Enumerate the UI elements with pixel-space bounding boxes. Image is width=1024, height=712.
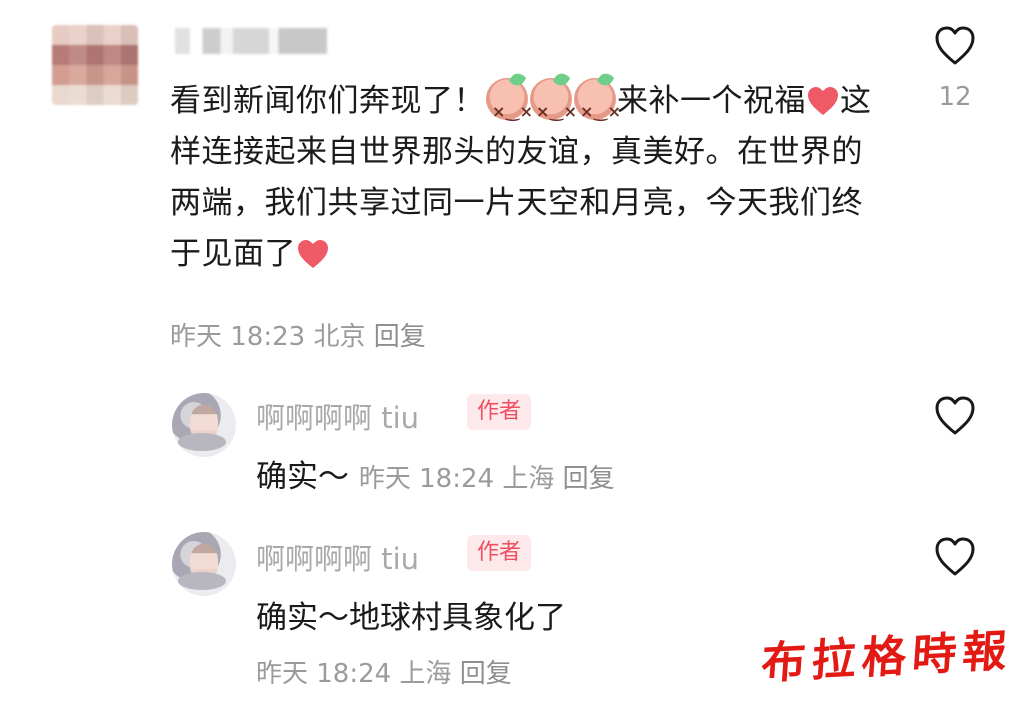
reply-avatar[interactable] xyxy=(172,393,236,457)
reply-time: 昨天 18:24 xyxy=(358,464,495,494)
reply-button[interactable]: 回复 xyxy=(563,464,615,494)
laughing-character-sticker-icon xyxy=(530,78,578,137)
author-badge: 作者 xyxy=(467,394,532,430)
laughing-character-sticker-icon xyxy=(486,78,534,137)
reply-button[interactable]: 回复 xyxy=(374,322,426,352)
newspaper-watermark: 布拉格時報 xyxy=(759,625,1015,690)
reply-username[interactable]: 啊啊啊啊 tiu xyxy=(256,395,419,437)
heart-outline-icon[interactable] xyxy=(933,535,977,579)
comment-location: 北京 xyxy=(313,322,366,352)
reply-meta: 昨天 18:24 上海 回复 xyxy=(359,464,615,494)
reply-text: 确实～地球村具象化了 xyxy=(256,600,566,636)
reply-meta: 昨天 18:24 上海 回复 xyxy=(256,653,512,690)
reply-body: 确实～ xyxy=(256,459,349,495)
comment-meta: 昨天 18:23 北京 回复 xyxy=(170,316,426,353)
red-heart-icon xyxy=(298,240,328,268)
heart-outline-icon[interactable] xyxy=(933,24,977,68)
red-heart-icon xyxy=(808,87,838,115)
reply-username[interactable]: 啊啊啊啊 tiu xyxy=(256,536,419,578)
comment-text-part-1: 看到新闻你们奔现了！ xyxy=(170,83,485,119)
like-count: 12 xyxy=(938,82,972,112)
reply-location: 上海 xyxy=(502,464,555,494)
author-badge: 作者 xyxy=(467,535,532,571)
comment-time: 昨天 18:23 xyxy=(170,322,306,352)
comment-text-part-2: 来补一个祝福 xyxy=(617,83,806,119)
reply-avatar[interactable] xyxy=(172,532,236,596)
reply-text: 确实～ 昨天 18:24 上海 回复 xyxy=(256,451,615,496)
blurred-username[interactable] xyxy=(175,28,327,54)
reply-button[interactable]: 回复 xyxy=(460,659,512,689)
blurred-avatar[interactable] xyxy=(52,25,138,105)
comment-text: 看到新闻你们奔现了！来补一个祝福这样连接起来自世界那头的友谊，真美好。在世界的两… xyxy=(170,76,885,280)
heart-outline-icon[interactable] xyxy=(933,394,977,438)
laughing-character-sticker-icon xyxy=(574,78,622,137)
reply-time: 昨天 18:24 xyxy=(256,659,392,689)
reply-location: 上海 xyxy=(399,659,452,689)
